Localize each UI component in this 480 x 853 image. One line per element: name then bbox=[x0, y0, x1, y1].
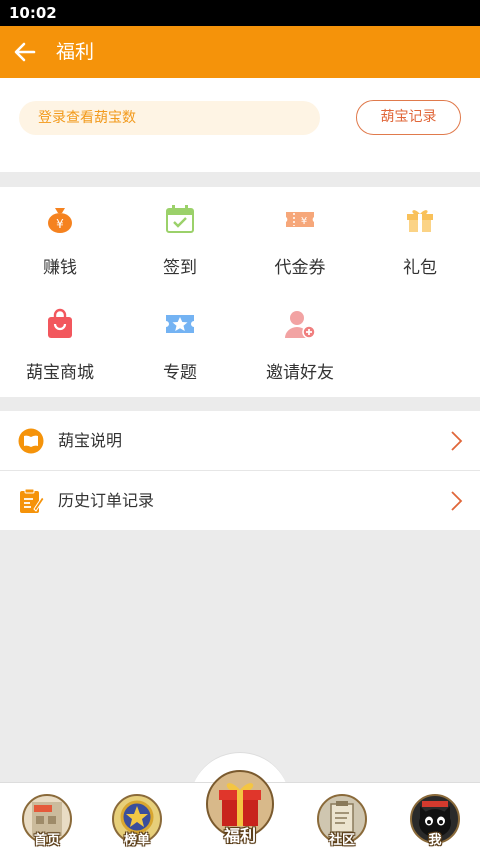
gift-box-icon bbox=[407, 210, 433, 232]
tab-label-profile: 我 bbox=[428, 833, 442, 848]
login-prompt[interactable]: 登录查看葫宝数 bbox=[19, 101, 320, 135]
info-list: 葫宝说明 历史订单记录 bbox=[0, 411, 480, 530]
svg-text:¥: ¥ bbox=[301, 216, 307, 227]
grid-label-checkin: 签到 bbox=[163, 258, 197, 278]
svg-text:¥: ¥ bbox=[56, 217, 64, 231]
grid-item-giftpack[interactable]: 礼包 bbox=[360, 187, 480, 278]
tab-label-home: 首页 bbox=[33, 833, 60, 848]
grid-label-topics: 专题 bbox=[163, 363, 197, 383]
records-button[interactable]: 葫宝记录 bbox=[356, 100, 461, 135]
chevron-right-icon bbox=[451, 491, 463, 511]
shopping-bag-icon bbox=[48, 308, 72, 338]
status-time: 10:02 bbox=[9, 4, 57, 22]
grid-item-mall[interactable]: 葫宝商城 bbox=[0, 292, 120, 383]
grid-item-topics[interactable]: 专题 bbox=[120, 292, 240, 383]
tab-profile[interactable]: 我 bbox=[406, 792, 464, 850]
back-button[interactable] bbox=[8, 36, 42, 68]
feature-grid: ¥ 赚钱 签到 ¥ 代金券 礼包 葫宝商城 专题 邀请好友 bbox=[0, 187, 480, 397]
login-card: 登录查看葫宝数 葫宝记录 bbox=[0, 78, 480, 172]
grid-label-giftpack: 礼包 bbox=[403, 258, 437, 278]
grid-item-earn[interactable]: ¥ 赚钱 bbox=[0, 187, 120, 278]
chevron-right-icon bbox=[451, 431, 463, 451]
tab-ranking[interactable]: 榜单 bbox=[108, 792, 166, 850]
list-item-hubao-info[interactable]: 葫宝说明 bbox=[0, 411, 480, 471]
grid-item-voucher[interactable]: ¥ 代金券 bbox=[240, 187, 360, 278]
add-friend-icon bbox=[285, 311, 316, 339]
voucher-icon: ¥ bbox=[286, 212, 314, 227]
tab-home[interactable]: 首页 bbox=[18, 792, 76, 850]
grid-label-mall: 葫宝商城 bbox=[26, 363, 94, 383]
list-label-hubao-info: 葫宝说明 bbox=[58, 431, 123, 450]
grid-label-invite: 邀请好友 bbox=[266, 363, 334, 383]
grid-item-invite[interactable]: 邀请好友 bbox=[240, 292, 360, 383]
grid-label-earn: 赚钱 bbox=[43, 258, 77, 278]
list-label-order-history: 历史订单记录 bbox=[58, 491, 155, 510]
grid-item-checkin[interactable]: 签到 bbox=[120, 187, 240, 278]
order-list-icon bbox=[20, 488, 44, 513]
tab-label-ranking: 榜单 bbox=[123, 833, 150, 848]
book-icon bbox=[18, 428, 44, 454]
grid-label-voucher: 代金券 bbox=[274, 258, 326, 278]
tab-label-welfare: 福利 bbox=[223, 826, 256, 845]
calendar-check-icon bbox=[166, 205, 194, 233]
status-bar: 10:02 bbox=[0, 0, 480, 26]
money-bag-icon: ¥ bbox=[48, 208, 72, 233]
tab-welfare[interactable]: 福利 bbox=[200, 762, 280, 850]
tab-community[interactable]: 社区 bbox=[313, 792, 371, 850]
tab-label-community: 社区 bbox=[328, 833, 355, 848]
page-title: 福利 bbox=[56, 41, 95, 63]
ticket-star-icon bbox=[166, 315, 194, 333]
back-arrow-icon bbox=[14, 42, 36, 62]
app-bar: 福利 bbox=[0, 26, 480, 78]
list-item-order-history[interactable]: 历史订单记录 bbox=[0, 471, 480, 530]
